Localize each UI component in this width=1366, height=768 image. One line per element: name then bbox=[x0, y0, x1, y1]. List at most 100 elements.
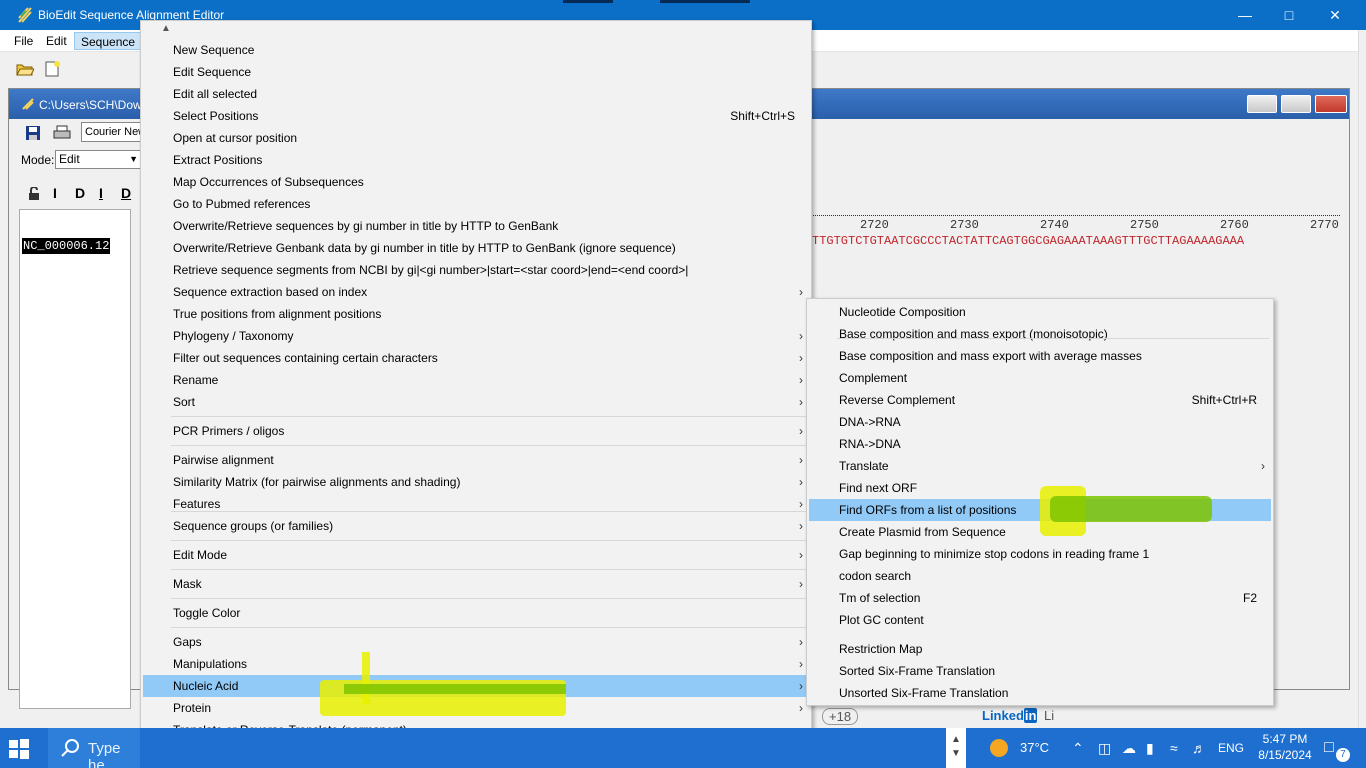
sequence-menu-item[interactable]: Sequence extraction based on index › bbox=[143, 281, 809, 303]
onedrive-icon[interactable]: ☁ bbox=[1122, 728, 1136, 768]
sequence-menu-item[interactable]: Edit Mode › bbox=[143, 544, 809, 566]
taskbar-search[interactable]: Type he bbox=[48, 728, 140, 768]
submenu-arrow-icon: › bbox=[799, 635, 803, 649]
nucleic-menu-item-label: Reverse Complement bbox=[839, 393, 956, 407]
nucleic-menu-item[interactable]: Base composition and mass export with av… bbox=[809, 345, 1271, 367]
sequence-menu-item-label: Mask bbox=[173, 577, 202, 591]
title-strip bbox=[563, 0, 613, 3]
nucleic-menu-item-label: Find next ORF bbox=[839, 481, 918, 495]
sequence-menu-item-label: True positions from alignment positions bbox=[173, 307, 382, 321]
sequence-menu-item[interactable]: Filter out sequences containing certain … bbox=[143, 347, 809, 369]
font-select[interactable]: Courier New bbox=[81, 122, 141, 142]
open-folder-icon[interactable] bbox=[16, 61, 34, 77]
network-icon[interactable]: ◫ bbox=[1098, 728, 1111, 768]
nucleic-menu-item[interactable]: Nucleotide Composition bbox=[809, 301, 1271, 323]
save-icon[interactable] bbox=[25, 125, 41, 141]
menu-file[interactable]: File bbox=[8, 32, 39, 50]
shortcut-label: Shift+Ctrl+R bbox=[1191, 393, 1257, 407]
sequence-menu-item[interactable]: Gaps › bbox=[143, 631, 809, 653]
nucleic-menu-item[interactable]: Base composition and mass export (monois… bbox=[809, 323, 1271, 345]
sequence-menu-item-label: Rename bbox=[173, 373, 219, 387]
temperature[interactable]: 37°C bbox=[1020, 728, 1049, 768]
sequence-menu-item[interactable]: Extract Positions bbox=[143, 149, 809, 171]
delete-mode-button[interactable]: D bbox=[75, 185, 85, 201]
sequence-menu-item[interactable]: Retrieve sequence segments from NCBI by … bbox=[143, 259, 809, 281]
menu-separator bbox=[171, 627, 807, 628]
lock-icon[interactable] bbox=[27, 187, 41, 201]
sequence-menu-item-label: Extract Positions bbox=[173, 153, 263, 167]
sequence-menu-item-label: Overwrite/Retrieve Genbank data by gi nu… bbox=[173, 241, 676, 255]
sequence-menu-item[interactable]: Toggle Color bbox=[143, 602, 809, 624]
battery-icon[interactable]: ▮ bbox=[1146, 728, 1154, 768]
sequence-menu-item-label: Nucleic Acid bbox=[173, 679, 239, 693]
doc-minimize-button[interactable] bbox=[1247, 95, 1277, 113]
nucleic-menu-item-label: Create Plasmid from Sequence bbox=[839, 525, 1006, 539]
sequence-menu-item[interactable]: Map Occurrences of Subsequences bbox=[143, 171, 809, 193]
sequence-menu-item[interactable]: Sort › bbox=[143, 391, 809, 413]
nucleic-menu-item[interactable]: Complement bbox=[809, 367, 1271, 389]
nucleic-menu-item[interactable]: RNA->DNA bbox=[809, 433, 1271, 455]
nucleic-menu-item-label: Find ORFs from a list of positions bbox=[839, 503, 1017, 517]
sequence-menu-item[interactable]: Pairwise alignment › bbox=[143, 449, 809, 471]
nucleic-menu-item[interactable]: DNA->RNA bbox=[809, 411, 1271, 433]
new-file-icon[interactable] bbox=[44, 61, 62, 77]
linkedin-logo: Linkedin bbox=[982, 708, 1038, 723]
maximize-button[interactable]: □ bbox=[1266, 0, 1312, 30]
wifi-icon[interactable]: ≈ bbox=[1170, 728, 1178, 768]
sequence-row[interactable]: TTGTGTCTGTAATCGCCCTACTATTCAGTGGCGAGAAATA… bbox=[812, 234, 1348, 248]
scroll-up-icon[interactable]: ▲ bbox=[161, 23, 171, 34]
nucleic-menu-item[interactable]: Tm of selection F2 bbox=[809, 587, 1271, 609]
sequence-menu-item[interactable]: Manipulations › bbox=[143, 653, 809, 675]
windows-start-icon[interactable] bbox=[8, 738, 30, 760]
sequence-menu-item[interactable]: Edit all selected bbox=[143, 83, 809, 105]
sequence-menu-item[interactable]: Rename › bbox=[143, 369, 809, 391]
sequence-name[interactable]: NC_000006.12 bbox=[22, 238, 111, 254]
sequence-menu-item[interactable]: Overwrite/Retrieve sequences by gi numbe… bbox=[143, 215, 809, 237]
sequence-menu-item[interactable]: Overwrite/Retrieve Genbank data by gi nu… bbox=[143, 237, 809, 259]
sequence-menu-item[interactable]: Similarity Matrix (for pairwise alignmen… bbox=[143, 471, 809, 493]
nucleic-menu-item[interactable]: Unsorted Six-Frame Translation bbox=[809, 682, 1271, 704]
nucleic-menu-item[interactable]: codon search bbox=[809, 565, 1271, 587]
nucleic-menu-item[interactable]: Plot GC content bbox=[809, 609, 1271, 631]
sequence-menu-item[interactable]: Mask › bbox=[143, 573, 809, 595]
sequence-menu-item[interactable]: Go to Pubmed references bbox=[143, 193, 809, 215]
sequence-menu-item[interactable]: Open at cursor position bbox=[143, 127, 809, 149]
doc-restore-button[interactable] bbox=[1281, 95, 1311, 113]
notifications-icon[interactable]: □ 7 bbox=[1324, 728, 1350, 768]
nucleic-menu-item[interactable]: Translate › bbox=[809, 455, 1271, 477]
sequence-menu-item-label: Edit Sequence bbox=[173, 65, 252, 79]
minimize-button[interactable]: — bbox=[1222, 0, 1268, 30]
sequence-menu-item[interactable]: True positions from alignment positions bbox=[143, 303, 809, 325]
taskbar-scroll[interactable]: ▲ ▼ bbox=[946, 728, 966, 768]
ruler-ticks bbox=[810, 210, 1340, 216]
nucleic-menu-item[interactable]: Restriction Map bbox=[809, 638, 1271, 660]
sequence-menu-item[interactable]: Select Positions Shift+Ctrl+S bbox=[143, 105, 809, 127]
print-icon[interactable] bbox=[53, 125, 71, 141]
nucleic-menu-item[interactable]: Gap beginning to minimize stop codons in… bbox=[809, 543, 1271, 565]
sequence-menu-item[interactable]: New Sequence bbox=[143, 39, 809, 61]
menu-sequence[interactable]: Sequence bbox=[74, 32, 143, 50]
mode-select[interactable]: Edit ▼ bbox=[55, 150, 141, 169]
delete-all-button[interactable]: D bbox=[121, 185, 131, 201]
clock[interactable]: 5:47 PM 8/15/2024 bbox=[1254, 728, 1316, 768]
sequence-menu-item-label: Go to Pubmed references bbox=[173, 197, 311, 211]
sequence-menu-item[interactable]: PCR Primers / oligos › bbox=[143, 420, 809, 442]
menu-edit[interactable]: Edit bbox=[40, 32, 73, 50]
nucleic-menu-item[interactable]: Sorted Six-Frame Translation bbox=[809, 660, 1271, 682]
chevron-up-icon[interactable]: ⌃ bbox=[1072, 728, 1084, 768]
insert-all-button[interactable]: I bbox=[99, 185, 103, 201]
insert-mode-button[interactable]: I bbox=[53, 185, 57, 201]
volume-icon[interactable]: ♬ bbox=[1192, 728, 1206, 768]
nucleic-menu-item[interactable]: Reverse Complement Shift+Ctrl+R bbox=[809, 389, 1271, 411]
sequence-menu-item[interactable]: Sequence groups (or families) › bbox=[143, 515, 809, 537]
ruler-label: 2760 bbox=[1220, 218, 1249, 232]
weather-icon[interactable] bbox=[988, 728, 1012, 768]
sequence-menu-item-label: Retrieve sequence segments from NCBI by … bbox=[173, 263, 689, 277]
sequence-menu-item[interactable]: Phylogeny / Taxonomy › bbox=[143, 325, 809, 347]
sequence-menu-item-label: Open at cursor position bbox=[173, 131, 298, 145]
doc-close-button[interactable] bbox=[1315, 95, 1347, 113]
main-scrollbar[interactable] bbox=[1358, 30, 1366, 728]
sequence-menu-item[interactable]: Edit Sequence bbox=[143, 61, 809, 83]
language-indicator[interactable]: ENG bbox=[1218, 728, 1244, 768]
close-button[interactable]: ✕ bbox=[1312, 0, 1358, 30]
